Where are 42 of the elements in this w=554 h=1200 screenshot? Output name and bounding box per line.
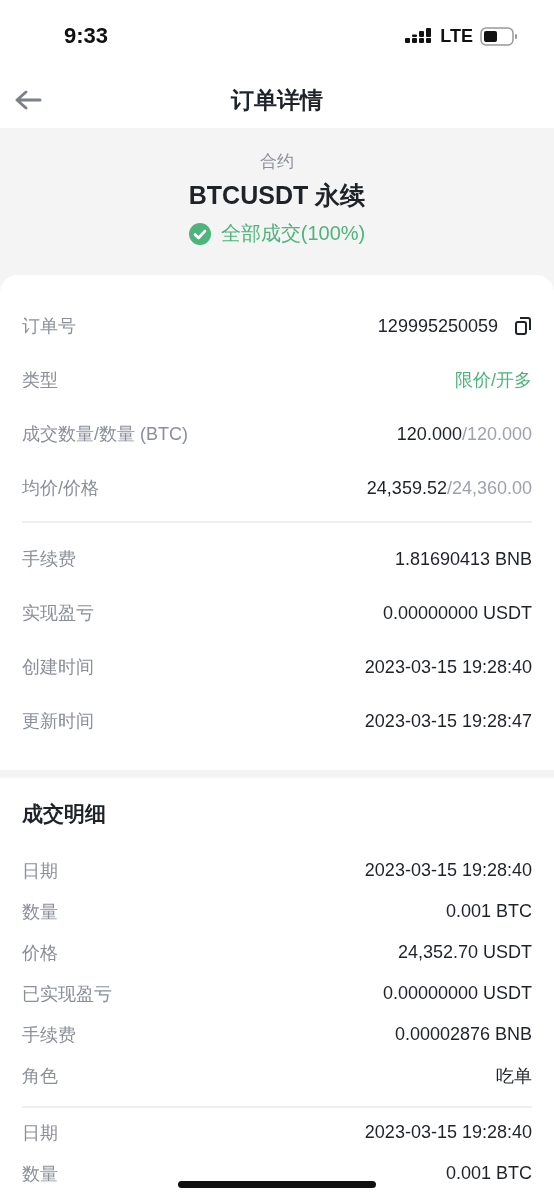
detail-value: 2023-03-15 19:28:40 <box>364 860 532 881</box>
detail-value: 2023-03-15 19:28:47 <box>364 710 532 732</box>
detail-label: 日期 <box>22 1121 58 1145</box>
fill-status: 全部成交(100%) <box>220 221 366 246</box>
detail-label: 已实现盈亏 <box>22 982 112 1006</box>
copy-icon[interactable] <box>514 316 532 336</box>
detail-label: 角色 <box>22 1064 58 1088</box>
detail-label: 成交数量/数量 (BTC) <box>22 423 188 446</box>
detail-label: 日期 <box>22 859 58 883</box>
detail-label: 订单号 <box>22 315 76 338</box>
detail-label: 数量 <box>22 1162 58 1186</box>
page-title: 订单详情 <box>231 85 323 115</box>
detail-value: 120.000/120.000 <box>396 423 532 445</box>
detail-value: 1.81690413 BNB <box>394 548 532 570</box>
detail-value: 限价/开多 <box>455 369 532 392</box>
detail-label: 更新时间 <box>22 710 94 733</box>
detail-value: 0.00000000 USDT <box>382 983 532 1004</box>
network-label: LTE <box>440 25 473 47</box>
signal-icon <box>405 27 434 45</box>
detail-label: 数量 <box>22 900 58 924</box>
detail-value: 24,359.52/24,360.00 <box>366 477 532 499</box>
detail-label: 价格 <box>22 941 58 965</box>
detail-value: 24,352.70 USDT <box>397 942 532 963</box>
detail-value: 0.001 BTC <box>445 1163 532 1184</box>
detail-label: 实现盈亏 <box>22 602 94 625</box>
detail-value: 0.00002876 BNB <box>394 1024 532 1045</box>
detail-label: 类型 <box>22 369 58 392</box>
contract-symbol: BTCUSDT 永续 <box>188 180 366 211</box>
battery-icon <box>480 26 518 46</box>
detail-label: 手续费 <box>22 548 76 571</box>
detail-value: 0.001 BTC <box>445 901 532 922</box>
detail-label: 创建时间 <box>22 656 94 679</box>
detail-value: 2023-03-15 19:28:40 <box>364 1122 532 1143</box>
detail-value: 129995250059 <box>377 315 498 337</box>
detail-label: 均价/价格 <box>22 477 99 500</box>
contract-category: 合约 <box>260 151 294 173</box>
status-time: 9:33 <box>64 23 109 49</box>
detail-value: 吃单 <box>496 1064 532 1088</box>
detail-label: 手续费 <box>22 1023 76 1047</box>
detail-value: 0.00000000 USDT <box>382 602 532 624</box>
detail-value: 2023-03-15 19:28:40 <box>364 656 532 678</box>
section-title: 成交明细 <box>22 801 107 827</box>
